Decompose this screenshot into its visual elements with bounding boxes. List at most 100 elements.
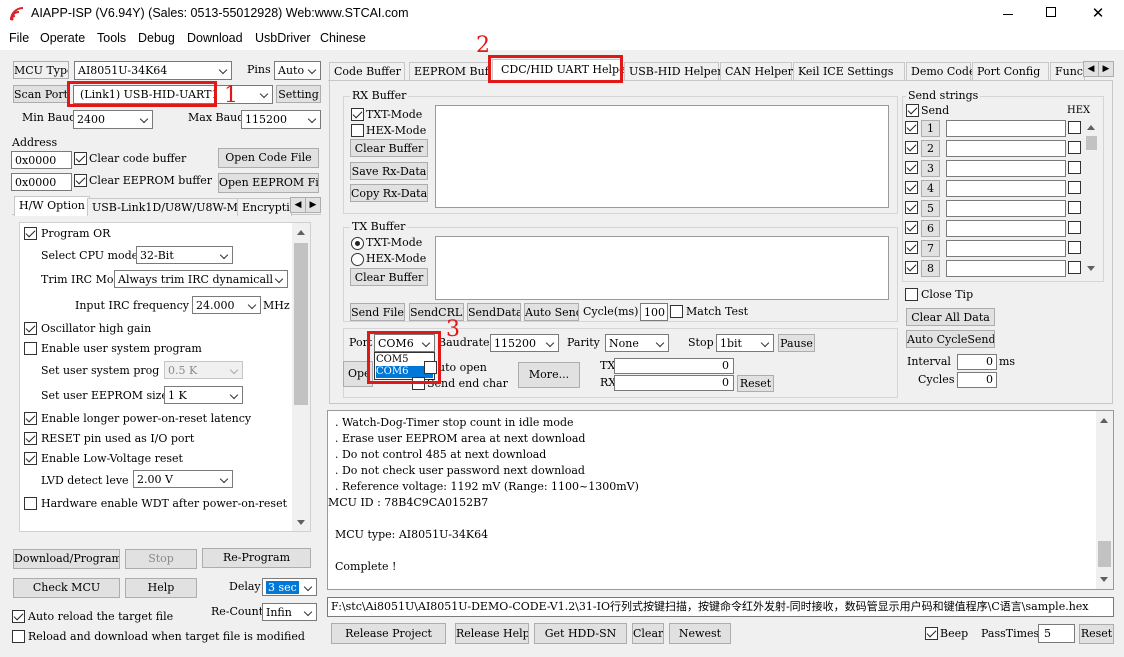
baudrate-select[interactable]: 115200 xyxy=(490,334,559,352)
scan-port-button[interactable]: Scan Port xyxy=(13,85,69,103)
send-file-button[interactable]: Send File xyxy=(350,303,405,321)
tab-port-config[interactable]: Port Config xyxy=(972,62,1049,80)
input-irc-select[interactable]: 24.000 xyxy=(192,296,261,314)
eeprom-address-input[interactable]: 0x0000 xyxy=(11,173,72,191)
menu-operate[interactable]: Operate xyxy=(40,31,85,45)
send-string-checkbox[interactable] xyxy=(905,261,918,274)
stop-bit-select[interactable]: 1bit xyxy=(716,334,774,352)
send-string-checkbox[interactable] xyxy=(905,141,918,154)
hw-wdt-checkbox[interactable] xyxy=(24,497,37,510)
send-string-hex-checkbox[interactable] xyxy=(1068,241,1081,254)
auto-send-button[interactable]: Auto Send xyxy=(524,303,579,321)
reload-download-checkbox[interactable] xyxy=(12,630,25,643)
send-string-input[interactable] xyxy=(946,120,1066,137)
pass-times-input[interactable]: 5 xyxy=(1038,624,1075,643)
rx-copy-data-button[interactable]: Copy Rx-Data xyxy=(350,184,428,202)
send-string-hex-checkbox[interactable] xyxy=(1068,201,1081,214)
tx-txt-mode-radio[interactable] xyxy=(351,237,364,250)
low-voltage-checkbox[interactable] xyxy=(24,452,37,465)
menu-file[interactable]: File xyxy=(9,31,29,45)
send-string-input[interactable] xyxy=(946,140,1066,157)
rx-hex-mode-checkbox[interactable] xyxy=(351,124,364,137)
menu-download[interactable]: Download xyxy=(187,31,243,45)
lvd-select[interactable]: 2.00 V xyxy=(133,470,233,488)
get-hdd-sn-button[interactable]: Get HDD-SN xyxy=(534,623,627,644)
minimize-icon[interactable] xyxy=(996,6,1020,22)
open-eeprom-file-button[interactable]: Open EEPROM File xyxy=(218,173,319,193)
mcu-type-select[interactable]: AI8051U-34K64 xyxy=(74,61,232,80)
open-code-file-button[interactable]: Open Code File xyxy=(218,148,319,168)
menu-tools[interactable]: Tools xyxy=(97,31,126,45)
send-string-checkbox[interactable] xyxy=(905,161,918,174)
send-string-checkbox[interactable] xyxy=(905,201,918,214)
more-button[interactable]: More... xyxy=(518,362,580,388)
clear-eeprom-checkbox[interactable] xyxy=(74,174,87,187)
cycle-ms-input[interactable]: 100 xyxy=(640,303,668,321)
send-string-button[interactable]: 2 xyxy=(921,140,940,157)
program-or-checkbox[interactable] xyxy=(24,227,37,240)
interval-input[interactable]: 0 xyxy=(957,354,997,370)
min-baud-select[interactable]: 2400 xyxy=(73,110,153,129)
tab-usb-hid-helper[interactable]: USB-HID Helper xyxy=(624,62,723,80)
release-project-button[interactable]: Release Project xyxy=(331,623,446,644)
right-tab-scroll-right-icon[interactable]: ▶ xyxy=(1098,61,1114,77)
send-string-checkbox[interactable] xyxy=(905,241,918,254)
set-eeprom-select[interactable]: 1 K xyxy=(164,386,243,404)
send-string-button[interactable]: 1 xyxy=(921,120,940,137)
pause-button[interactable]: Pause xyxy=(778,334,815,352)
send-string-input[interactable] xyxy=(946,200,1066,217)
help-button[interactable]: Help xyxy=(125,578,197,598)
code-address-input[interactable]: 0x0000 xyxy=(11,151,72,169)
auto-reload-checkbox[interactable] xyxy=(12,610,25,623)
menu-debug[interactable]: Debug xyxy=(138,31,175,45)
tx-hex-mode-radio[interactable] xyxy=(351,253,364,266)
rx-save-data-button[interactable]: Save Rx-Data xyxy=(350,162,428,180)
send-string-button[interactable]: 5 xyxy=(921,200,940,217)
match-test-checkbox[interactable] xyxy=(670,305,683,318)
osc-gain-checkbox[interactable] xyxy=(24,322,37,335)
close-icon[interactable]: ✕ xyxy=(1086,4,1110,22)
send-string-input[interactable] xyxy=(946,160,1066,177)
send-string-hex-checkbox[interactable] xyxy=(1068,181,1081,194)
send-string-button[interactable]: 7 xyxy=(921,240,940,257)
cycles-input[interactable]: 0 xyxy=(957,372,997,388)
tab-keil-ice-settings[interactable]: Keil ICE Settings xyxy=(793,62,905,80)
reset-count-button[interactable]: Reset xyxy=(737,375,774,392)
menu-usbdriver[interactable]: UsbDriver xyxy=(255,31,311,45)
send-data-button[interactable]: SendData xyxy=(467,303,521,321)
menu-chinese[interactable]: Chinese xyxy=(320,31,366,45)
tab-can-helper[interactable]: CAN Helper xyxy=(720,62,793,80)
tab-scroll-right-icon[interactable]: ▶ xyxy=(305,197,321,213)
reset-io-checkbox[interactable] xyxy=(24,432,37,445)
send-strings-scrollbar[interactable] xyxy=(1084,119,1099,277)
check-mcu-button[interactable]: Check MCU xyxy=(13,578,120,598)
recount-select[interactable]: Infin xyxy=(262,603,317,621)
release-help-button[interactable]: Release Help xyxy=(455,623,529,644)
tab-scroll-left-icon[interactable]: ◀ xyxy=(290,197,306,213)
send-string-hex-checkbox[interactable] xyxy=(1068,121,1081,134)
longer-reset-checkbox[interactable] xyxy=(24,412,37,425)
close-tip-checkbox[interactable] xyxy=(905,288,918,301)
reprogram-button[interactable]: Re-Program xyxy=(202,548,311,568)
options-scrollbar[interactable] xyxy=(292,223,310,531)
tx-clear-buffer-button[interactable]: Clear Buffer xyxy=(350,268,428,286)
rx-clear-buffer-button[interactable]: Clear Buffer xyxy=(350,139,428,157)
rx-txt-mode-checkbox[interactable] xyxy=(351,108,364,121)
send-string-input[interactable] xyxy=(946,260,1066,277)
send-string-checkbox[interactable] xyxy=(905,221,918,234)
send-string-button[interactable]: 3 xyxy=(921,160,940,177)
tx-data-area[interactable] xyxy=(435,236,889,300)
clear-all-data-button[interactable]: Clear All Data xyxy=(906,308,995,326)
max-baud-select[interactable]: 115200 xyxy=(241,110,321,129)
maximize-icon[interactable] xyxy=(1040,6,1064,22)
reset-pass-button[interactable]: Reset xyxy=(1079,624,1114,644)
delay-select[interactable]: 3 sec xyxy=(262,578,317,596)
send-string-input[interactable] xyxy=(946,180,1066,197)
send-string-input[interactable] xyxy=(946,240,1066,257)
setting-button[interactable]: Setting xyxy=(276,85,321,103)
send-string-button[interactable]: 8 xyxy=(921,260,940,277)
send-string-checkbox[interactable] xyxy=(905,121,918,134)
send-string-input[interactable] xyxy=(946,220,1066,237)
rx-data-area[interactable] xyxy=(435,105,889,208)
send-string-hex-checkbox[interactable] xyxy=(1068,161,1081,174)
